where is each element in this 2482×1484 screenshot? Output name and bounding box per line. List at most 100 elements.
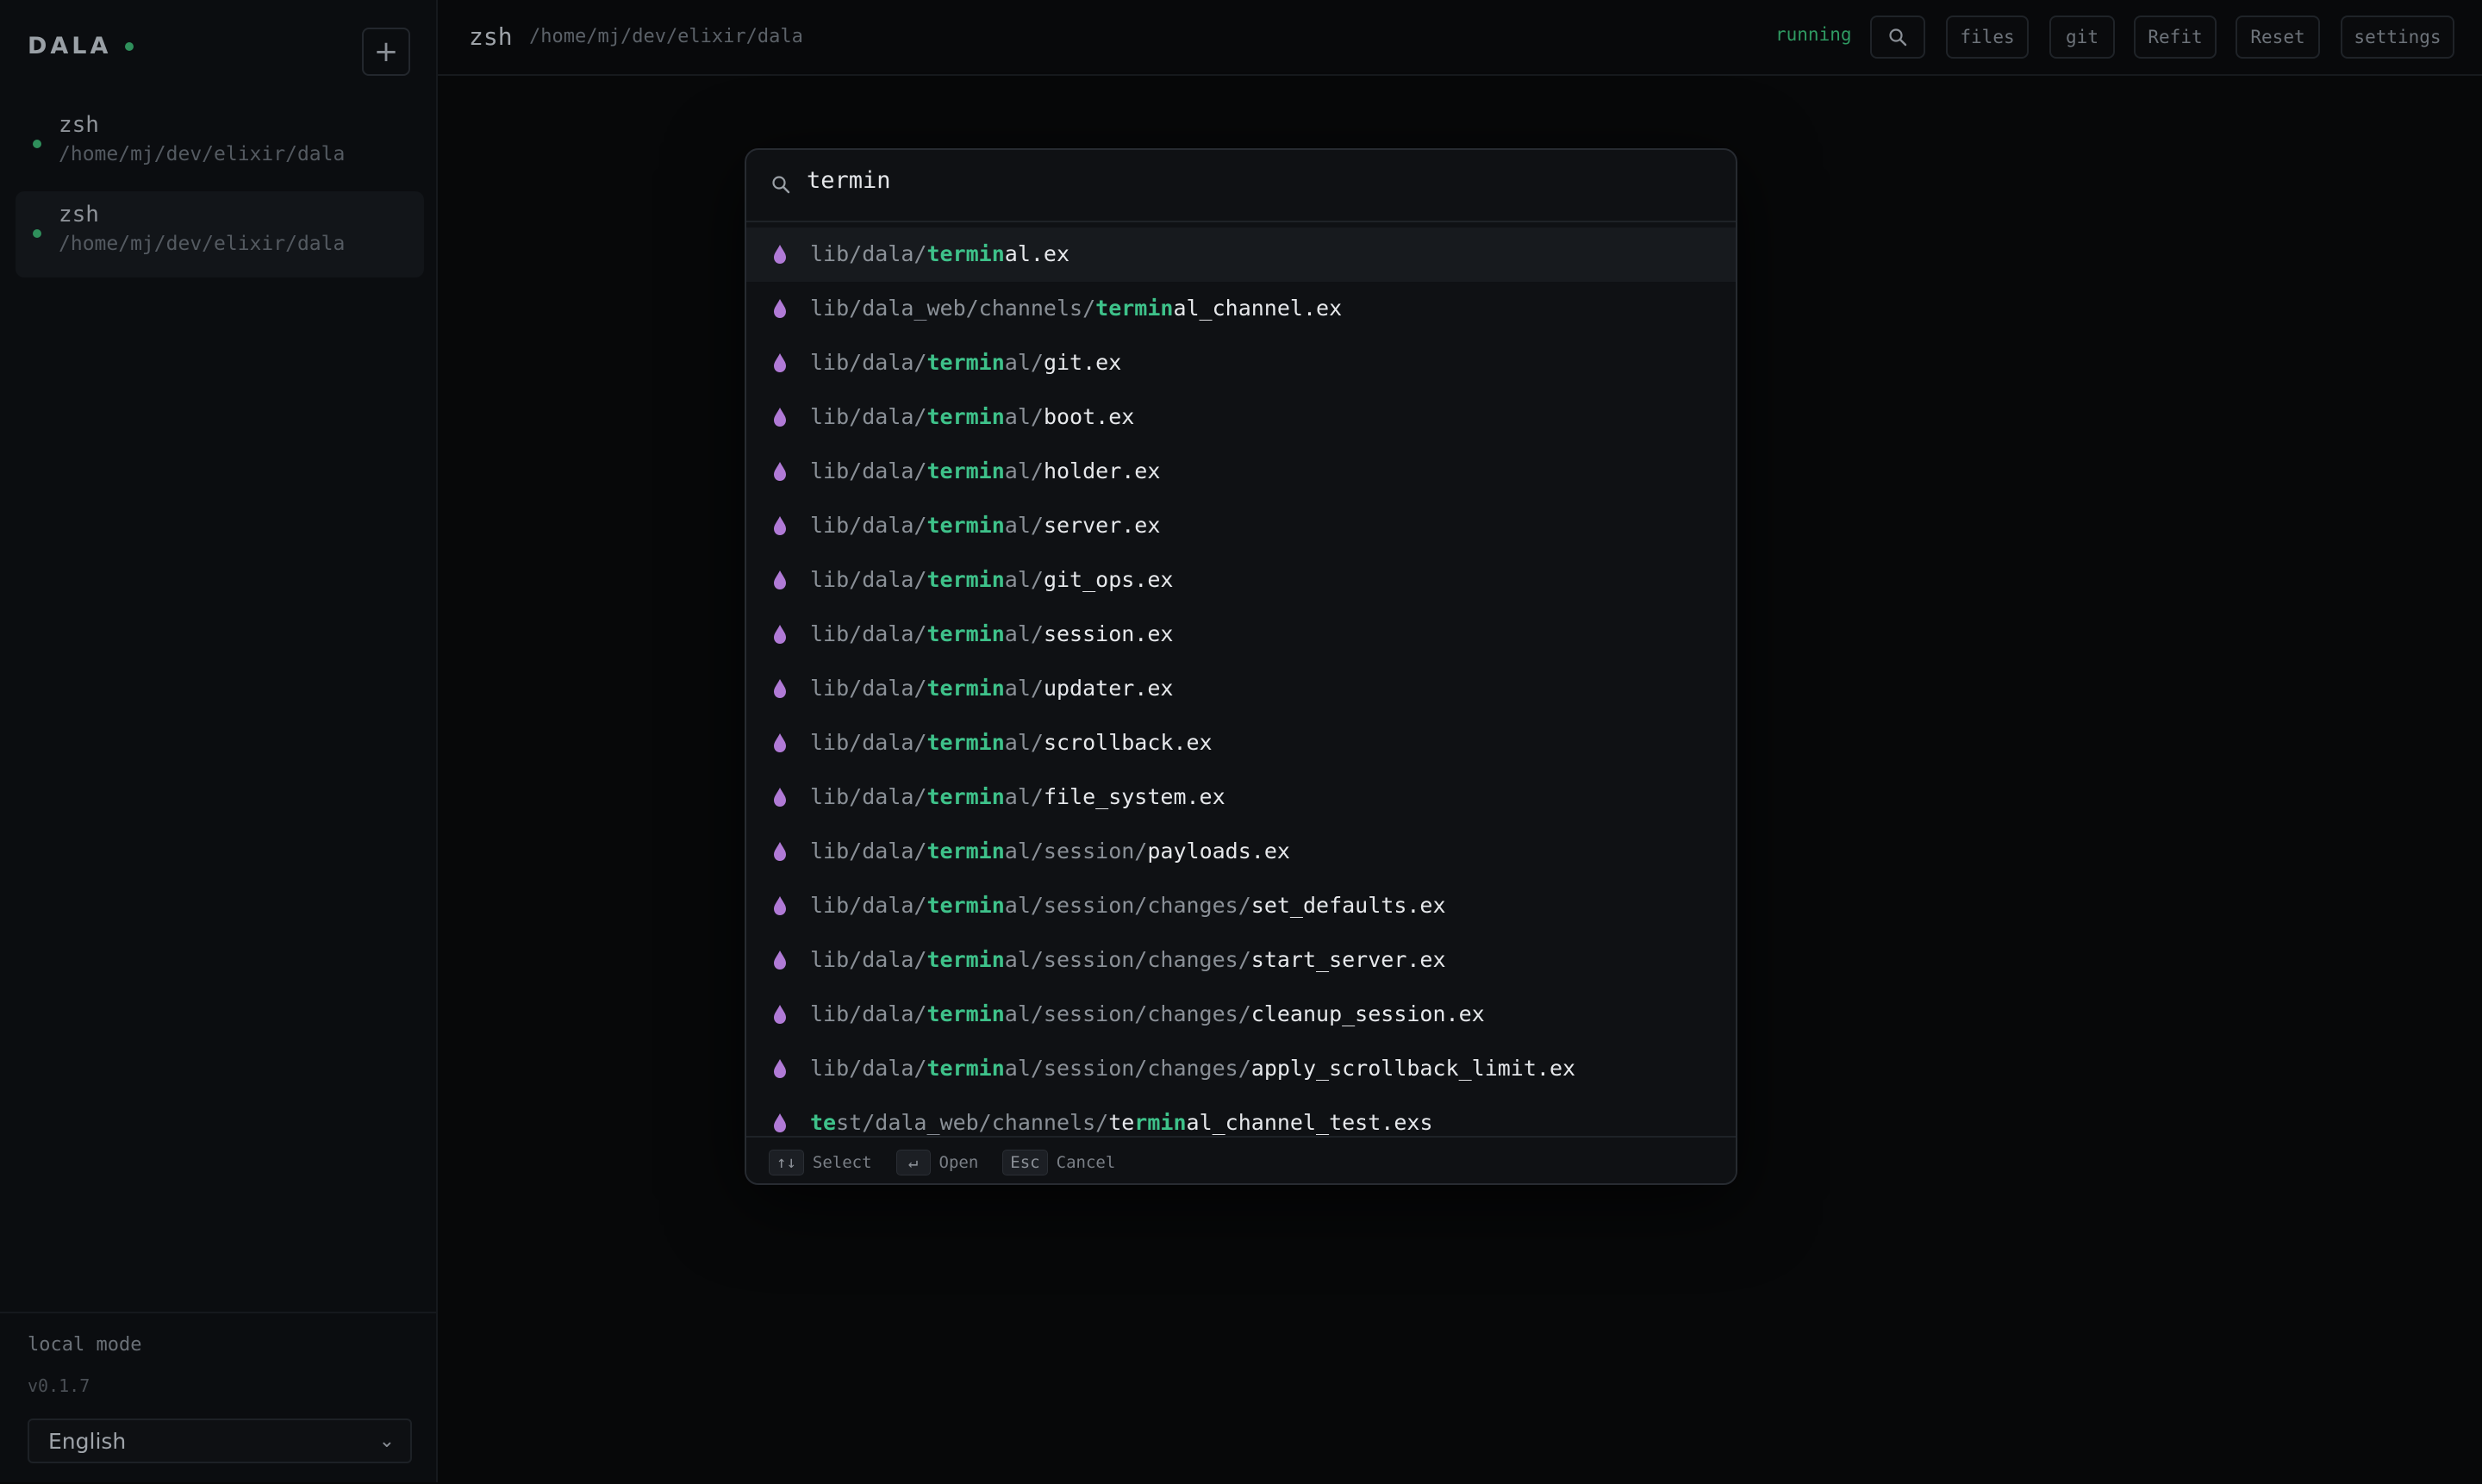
result-item[interactable]: lib/dala/terminal/session/changes/cleanu… — [746, 988, 1736, 1042]
elixir-drop-icon — [774, 245, 786, 264]
terminal-path: /home/mj/dev/elixir/dala — [529, 26, 803, 47]
path-segment-name: al.ex — [1004, 241, 1070, 266]
new-session-button[interactable]: + — [362, 28, 410, 76]
path-segment-dir: al/ — [1004, 567, 1044, 592]
result-item[interactable]: lib/dala/terminal.ex — [746, 228, 1736, 282]
elixir-drop-icon — [774, 571, 786, 589]
sidebar-session-item[interactable]: zsh /home/mj/dev/elixir/dala — [16, 102, 424, 188]
result-path: lib/dala/terminal/server.ex — [810, 513, 1160, 538]
path-segment-dir: al/ — [1004, 404, 1044, 429]
path-segment-dir: al/ — [1004, 730, 1044, 755]
path-segment-name: server.ex — [1043, 513, 1161, 538]
session-name: zsh — [59, 112, 99, 138]
elixir-drop-icon — [774, 625, 786, 644]
path-segment-name: boot.ex — [1043, 404, 1135, 429]
search-input[interactable]: termin — [807, 167, 891, 194]
path-segment-match: termin — [926, 947, 1005, 972]
path-segment-dir: lib/dala/ — [810, 1056, 927, 1081]
select-hint: Select — [812, 1152, 872, 1172]
elixir-drop-icon — [774, 462, 786, 481]
settings-button[interactable]: settings — [2341, 16, 2454, 59]
elixir-drop-icon — [774, 353, 786, 372]
status-badge: running — [1775, 24, 1852, 45]
path-segment-dir: lib/dala/ — [810, 350, 927, 375]
path-segment-name: te — [1108, 1110, 1135, 1135]
arrow-keys-hint: ↑↓ — [769, 1149, 804, 1175]
terminal-header: zsh /home/mj/dev/elixir/dala running fil… — [438, 0, 2482, 76]
path-segment-name: al_channel_test.exs — [1186, 1110, 1433, 1135]
path-segment-match: termin — [926, 730, 1005, 755]
result-path: lib/dala/terminal/git_ops.ex — [810, 567, 1173, 592]
search-button[interactable] — [1870, 16, 1925, 59]
path-segment-dir: lib/dala/ — [810, 404, 927, 429]
path-segment-dir: lib/dala/ — [810, 784, 927, 809]
reset-button[interactable]: Reset — [2236, 16, 2320, 59]
open-hint: Open — [939, 1152, 979, 1172]
result-path: lib/dala/terminal.ex — [810, 241, 1070, 266]
terminal-title: zsh — [469, 22, 513, 51]
path-segment-match: te — [810, 1110, 837, 1135]
path-segment-name: file_system.ex — [1043, 784, 1225, 809]
result-item[interactable]: lib/dala/terminal/scrollback.ex — [746, 716, 1736, 770]
path-segment-match: termin — [926, 784, 1005, 809]
language-select[interactable]: English ⌄ — [28, 1419, 412, 1463]
result-item[interactable]: lib/dala/terminal/holder.ex — [746, 445, 1736, 499]
search-icon — [772, 176, 790, 194]
result-item[interactable]: lib/dala/terminal/session/changes/apply_… — [746, 1042, 1736, 1096]
result-path: lib/dala/terminal/session/changes/apply_… — [810, 1056, 1575, 1081]
path-segment-dir: lib/dala_web/channels/ — [810, 296, 1096, 321]
palette-footer: ↑↓ Select ↵ Open Esc Cancel — [746, 1136, 1736, 1183]
result-item[interactable]: lib/dala_web/channels/terminal_channel.e… — [746, 282, 1736, 336]
result-item[interactable]: lib/dala/terminal/boot.ex — [746, 390, 1736, 445]
search-icon — [1889, 28, 1907, 47]
version-label: v0.1.7 — [28, 1375, 90, 1396]
path-segment-dir: al/session/ — [1004, 839, 1148, 864]
path-segment-dir: lib/dala/ — [810, 241, 927, 266]
elixir-drop-icon — [774, 516, 786, 535]
result-path: lib/dala/terminal/git.ex — [810, 350, 1121, 375]
path-segment-name: apply_scrollback_limit.ex — [1250, 1056, 1576, 1081]
path-segment-dir: al/ — [1004, 350, 1044, 375]
result-path: lib/dala/terminal/session/payloads.ex — [810, 839, 1290, 864]
path-segment-match: termin — [926, 458, 1005, 483]
path-segment-dir: lib/dala/ — [810, 621, 927, 646]
path-segment-name: session.ex — [1043, 621, 1174, 646]
path-segment-match: termin — [1095, 296, 1174, 321]
result-path: lib/dala/terminal/holder.ex — [810, 458, 1160, 483]
mode-label: local mode — [28, 1334, 142, 1356]
esc-key-hint: Esc — [1002, 1149, 1048, 1175]
cancel-hint: Cancel — [1056, 1152, 1116, 1172]
path-segment-dir: st/dala_web/channels/ — [836, 1110, 1109, 1135]
path-segment-match: termin — [926, 513, 1005, 538]
palette-search-bar: termin — [746, 150, 1736, 222]
refit-button[interactable]: Refit — [2134, 16, 2217, 59]
git-button[interactable]: git — [2049, 16, 2115, 59]
brand: DALA — [28, 33, 134, 59]
connection-status-dot — [125, 41, 134, 51]
result-path: lib/dala_web/channels/terminal_channel.e… — [810, 296, 1342, 321]
result-item[interactable]: lib/dala/terminal/session/changes/set_de… — [746, 879, 1736, 933]
elixir-drop-icon — [774, 896, 786, 915]
path-segment-name: git_ops.ex — [1043, 567, 1174, 592]
result-item[interactable]: lib/dala/terminal/git.ex — [746, 336, 1736, 390]
result-path: lib/dala/terminal/file_system.ex — [810, 784, 1225, 809]
files-button[interactable]: files — [1946, 16, 2029, 59]
session-name: zsh — [59, 202, 99, 228]
path-segment-name: start_server.ex — [1250, 947, 1446, 972]
result-path: lib/dala/terminal/session.ex — [810, 621, 1173, 646]
result-item[interactable]: lib/dala/terminal/updater.ex — [746, 662, 1736, 716]
result-item[interactable]: lib/dala/terminal/file_system.ex — [746, 770, 1736, 825]
enter-key-hint: ↵ — [895, 1149, 931, 1175]
path-segment-dir: lib/dala/ — [810, 893, 927, 918]
sidebar-session-item-active[interactable]: zsh /home/mj/dev/elixir/dala — [16, 191, 424, 277]
result-item[interactable]: lib/dala/terminal/session/changes/start_… — [746, 933, 1736, 988]
path-segment-match: termin — [926, 893, 1005, 918]
path-segment-dir: al/ — [1004, 458, 1044, 483]
result-item[interactable]: lib/dala/terminal/git_ops.ex — [746, 553, 1736, 608]
result-item[interactable]: lib/dala/terminal/server.ex — [746, 499, 1736, 553]
elixir-drop-icon — [774, 299, 786, 318]
elixir-drop-icon — [774, 408, 786, 427]
result-item[interactable]: lib/dala/terminal/session/payloads.ex — [746, 825, 1736, 879]
result-item[interactable]: lib/dala/terminal/session.ex — [746, 608, 1736, 662]
path-segment-name: set_defaults.ex — [1250, 893, 1446, 918]
